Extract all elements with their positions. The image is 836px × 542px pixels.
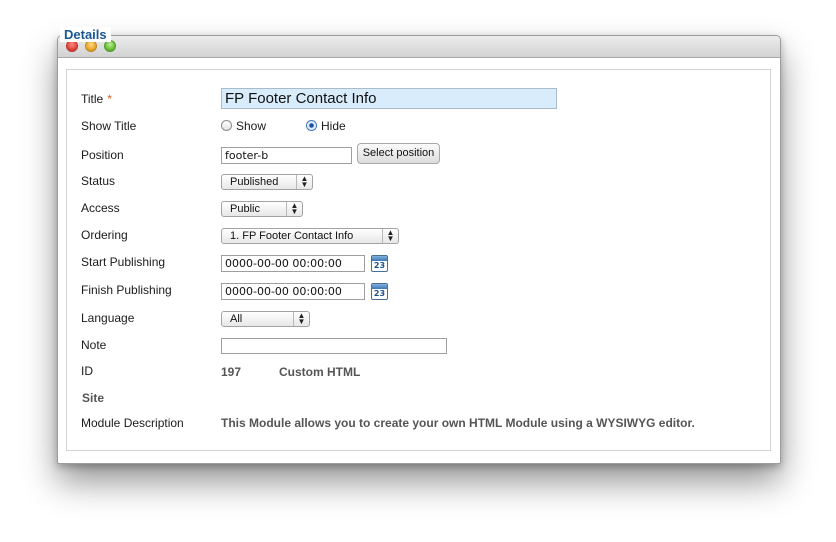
note-label: Note (81, 338, 107, 352)
ordering-label: Ordering (81, 228, 128, 242)
title-label-text: Title (81, 92, 104, 106)
updown-arrows-icon: ▲ ▼ (382, 229, 398, 243)
finish-publishing-label: Finish Publishing (81, 283, 172, 297)
status-select-value: Published (230, 176, 279, 188)
show-radio[interactable] (221, 120, 232, 131)
id-label: ID (81, 364, 93, 378)
ordering-select[interactable]: 1. FP Footer Contact Info ▲ ▼ (221, 228, 399, 244)
select-position-button[interactable]: Select position (357, 143, 440, 164)
hide-radio[interactable] (306, 120, 317, 131)
access-label: Access (81, 201, 120, 215)
updown-arrows-icon: ▲ ▼ (296, 175, 312, 189)
status-select[interactable]: Published ▲ ▼ (221, 174, 313, 190)
calendar-icon[interactable]: 23 (371, 283, 388, 300)
position-label: Position (81, 148, 124, 162)
start-publishing-label: Start Publishing (81, 255, 166, 269)
start-publishing-input[interactable]: 0000-00-00 00:00:00 (221, 255, 365, 272)
module-id-value: 197 (221, 365, 242, 379)
updown-arrows-icon: ▲ ▼ (286, 202, 302, 216)
show-radio-label: Show (236, 119, 267, 133)
updown-arrows-icon: ▲ ▼ (293, 312, 309, 326)
module-type-value: Custom HTML (279, 365, 361, 379)
calendar-day: 23 (373, 289, 386, 298)
details-fieldset (66, 69, 771, 451)
title-input[interactable]: FP Footer Contact Info (221, 88, 557, 109)
show-title-label: Show Title (81, 119, 137, 133)
hide-radio-label: Hide (321, 119, 346, 133)
module-description-label: Module Description (81, 416, 184, 430)
language-select[interactable]: All ▲ ▼ (221, 311, 310, 327)
calendar-icon[interactable]: 23 (371, 255, 388, 272)
ordering-select-value: 1. FP Footer Contact Info (230, 230, 354, 242)
finish-publishing-input[interactable]: 0000-00-00 00:00:00 (221, 283, 365, 300)
required-mark: * (107, 92, 112, 106)
access-select[interactable]: Public ▲ ▼ (221, 201, 303, 217)
access-select-value: Public (230, 203, 260, 215)
note-input[interactable] (221, 338, 447, 354)
window-titlebar (58, 36, 780, 58)
position-input[interactable]: footer-b (221, 147, 352, 164)
fieldset-legend: Details (60, 27, 111, 42)
language-select-value: All (230, 313, 243, 325)
title-label: Title * (81, 92, 112, 106)
module-description-value: This Module allows you to create your ow… (221, 416, 695, 430)
calendar-day: 23 (373, 261, 386, 270)
language-label: Language (81, 311, 135, 325)
status-label: Status (81, 174, 116, 188)
site-label: Site (82, 391, 105, 405)
